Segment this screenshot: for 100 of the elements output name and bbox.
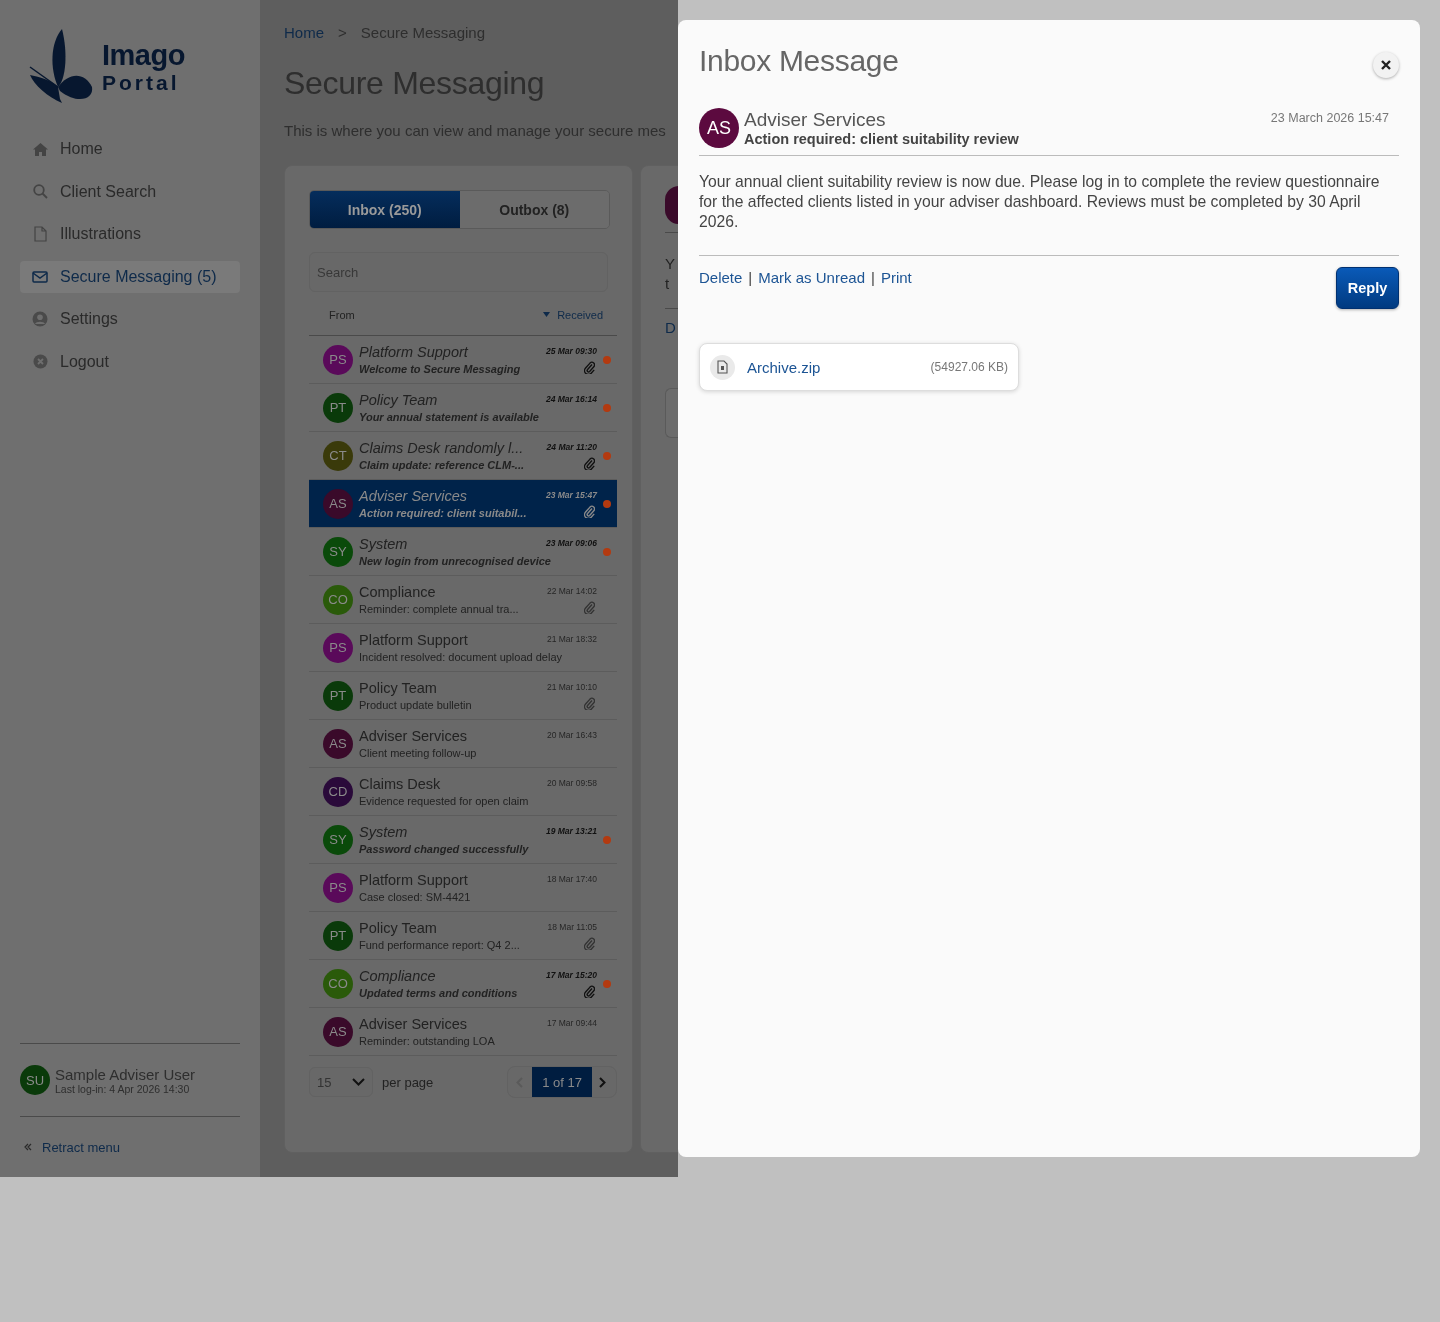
message-subject: Case closed: SM-4421 xyxy=(359,889,471,905)
sender-avatar: AS xyxy=(323,1016,353,1047)
message-row[interactable]: PS Platform Support 18 Mar 17:40 Case closed: SM-4421 xyxy=(309,864,617,912)
from-column-header[interactable]: From xyxy=(329,308,355,321)
search-icon xyxy=(32,184,48,199)
message-subject: New login from unrecognised device xyxy=(359,553,551,569)
message-subject: Client meeting follow-up xyxy=(359,745,477,761)
message-row[interactable]: AS Adviser Services 20 Mar 16:43 Client meeting follow-up xyxy=(309,720,617,768)
sender-avatar: AS xyxy=(323,728,353,759)
sender-avatar xyxy=(665,186,678,224)
message-subject: Incident resolved: document upload delay xyxy=(359,649,563,665)
per-page-label: per page xyxy=(382,1074,434,1090)
close-icon xyxy=(1381,60,1391,70)
message-action-link[interactable]: Mark as Unread xyxy=(758,269,865,286)
attachment-name[interactable]: Archive.zip xyxy=(747,358,821,376)
sender-name: Policy Team xyxy=(359,390,438,409)
user-name: Sample Adviser User xyxy=(55,1065,196,1083)
sender-name: Claims Desk randomly l... xyxy=(359,438,524,457)
sender-avatar: PT xyxy=(323,920,353,951)
sender-avatar: PT xyxy=(323,680,353,711)
message-subject: Claim update: reference CLM-... xyxy=(359,457,525,473)
breadcrumb-separator: > xyxy=(338,24,347,41)
sender-name: Platform Support xyxy=(359,342,468,361)
message-row[interactable]: AS Adviser Services 23 Mar 15:47 Action required: client suitabil... xyxy=(309,480,617,528)
received-time: 24 Mar 16:14 xyxy=(545,393,597,404)
sender-name: System xyxy=(359,822,408,841)
nav-item[interactable]: Client Search xyxy=(20,175,240,208)
message-row[interactable]: SY System 23 Mar 09:06 New login from unrecognised device xyxy=(309,528,617,576)
sender-name: Platform Support xyxy=(359,870,468,889)
sender-avatar: SY xyxy=(323,536,353,567)
close-circle-icon xyxy=(32,354,48,369)
message-subject: Password changed successfully xyxy=(359,841,529,857)
mailbox-tab[interactable]: Inbox (250) xyxy=(310,191,460,228)
sender-avatar: CO xyxy=(323,584,353,615)
user-avatar: SU xyxy=(20,1065,50,1095)
nav-item[interactable]: Home xyxy=(20,133,240,165)
message-row[interactable]: PT Policy Team 21 Mar 10:10 Product update bulletin xyxy=(309,672,617,720)
sender-avatar: CD xyxy=(323,776,353,807)
message-date: 23 March 2026 15:47 xyxy=(1270,111,1389,125)
message-row[interactable]: CO Compliance 17 Mar 15:20 Updated terms and conditions xyxy=(309,960,617,1008)
sender-name: Claims Desk xyxy=(359,774,441,793)
message-subject: Welcome to Secure Messaging xyxy=(359,361,521,377)
nav-item[interactable]: Logout xyxy=(20,345,240,378)
sender-name: Policy Team xyxy=(359,918,437,937)
received-time: 21 Mar 10:10 xyxy=(546,681,597,692)
reply-button[interactable]: Reply xyxy=(1336,267,1399,309)
message-subject: Evidence requested for open claim xyxy=(359,793,529,809)
file-icon xyxy=(33,226,47,242)
sender-avatar: PS xyxy=(323,344,353,375)
message-row[interactable]: PT Policy Team 18 Mar 11:05 Fund performance report: Q4 2... xyxy=(309,912,617,960)
received-time: 19 Mar 13:21 xyxy=(545,825,597,836)
message-row[interactable]: CD Claims Desk 20 Mar 09:58 Evidence requested for open claim xyxy=(309,768,617,816)
sort-caret-icon xyxy=(543,312,551,317)
message-action-link[interactable]: Print xyxy=(880,269,912,286)
received-time: 18 Mar 11:05 xyxy=(547,921,597,932)
received-time: 18 Mar 17:40 xyxy=(546,873,597,884)
action-separator: | xyxy=(871,269,875,286)
message-row[interactable]: SY System 19 Mar 13:21 Password changed successfully xyxy=(309,816,617,864)
received-time: 17 Mar 15:20 xyxy=(545,969,597,980)
message-subject: Fund performance report: Q4 2... xyxy=(359,937,520,953)
message-row[interactable]: PT Policy Team 24 Mar 16:14 Your annual statement is available xyxy=(309,384,617,432)
message-subject: Product update bulletin xyxy=(359,697,472,713)
message-subject: Action required: client suitability review xyxy=(744,131,1019,147)
breadcrumb-link[interactable]: Home xyxy=(284,24,324,41)
close-button[interactable] xyxy=(1373,52,1399,78)
page-indicator: 1 of 17 xyxy=(532,1067,592,1097)
envelope-icon xyxy=(32,270,48,283)
logo-subtitle: Portal xyxy=(102,72,181,93)
message-row[interactable]: CO Compliance 22 Mar 14:02 Reminder: complete annual tra... xyxy=(309,576,617,624)
received-time: 23 Mar 15:47 xyxy=(545,489,597,500)
message-body: Your annual client suitability review is now due. Please log in to complete the review questionnaire for the affected clients listed in your adviser dashboard. Reviews must be completed by 30 April 2026. xyxy=(699,156,1399,256)
sender-name: Platform Support xyxy=(359,630,468,649)
received-time: 17 Mar 09:44 xyxy=(546,1017,597,1028)
sender-name: Adviser Services xyxy=(744,109,887,131)
dialog-title: Inbox Message xyxy=(699,44,899,78)
attachment-card[interactable]: Archive.zip (54927.06 KB) xyxy=(699,343,1019,391)
sender-name: Compliance xyxy=(359,582,436,601)
sender-avatar: PS xyxy=(323,632,353,663)
message-row[interactable]: PS Platform Support 25 Mar 09:30 Welcome to Secure Messaging xyxy=(309,336,617,384)
received-time: 25 Mar 09:30 xyxy=(545,345,597,356)
nav-item[interactable]: Illustrations xyxy=(20,218,240,250)
sender-name: Adviser Services xyxy=(359,1014,467,1033)
retract-menu-link[interactable]: Retract menu xyxy=(42,1139,121,1155)
nav-item[interactable]: Secure Messaging (5) xyxy=(20,260,240,293)
received-time: 24 Mar 11:20 xyxy=(546,441,597,452)
user-circle-icon xyxy=(32,311,48,327)
received-time: 21 Mar 18:32 xyxy=(546,633,597,644)
message-row[interactable]: PS Platform Support 21 Mar 18:32 Incident resolved: document upload delay xyxy=(309,624,617,672)
message-subject: Reminder: outstanding LOA xyxy=(359,1033,495,1049)
nav-item[interactable]: Settings xyxy=(20,303,240,335)
zip-file-icon xyxy=(717,360,728,374)
received-time: 23 Mar 09:06 xyxy=(545,537,597,548)
sender-avatar: PS xyxy=(323,872,353,903)
next-page-icon[interactable] xyxy=(599,1076,606,1088)
message-subject: Action required: client suitabil... xyxy=(359,505,527,521)
received-column-header[interactable]: Received xyxy=(557,308,603,321)
message-action-link[interactable]: Delete xyxy=(699,269,743,286)
preview-link[interactable]: D xyxy=(665,319,678,336)
message-subject: Updated terms and conditions xyxy=(359,985,518,1001)
message-row[interactable]: AS Adviser Services 17 Mar 09:44 Reminder: outstanding LOA xyxy=(309,1008,617,1056)
